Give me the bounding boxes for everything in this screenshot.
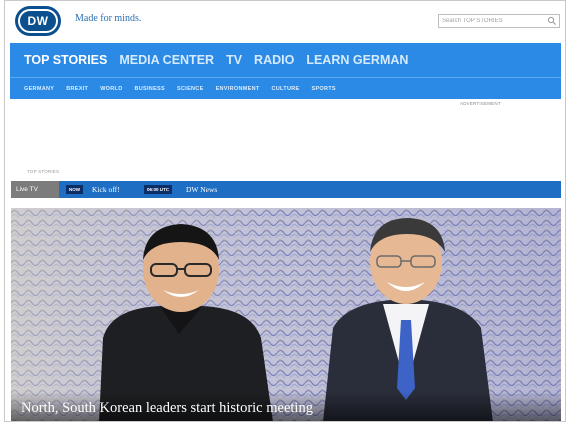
hero-headline[interactable]: North, South Korean leaders start histor… [21,400,313,417]
dw-logo-icon[interactable]: DW [15,6,61,36]
logo-text: DW [18,9,58,33]
now-playing-title[interactable]: Kick off! [92,181,120,198]
nav-media-center[interactable]: MEDIA CENTER [119,53,214,67]
now-badge: NOW [66,185,83,194]
section-label: TOP STORIES [27,169,60,174]
advertisement-label: ADVERTISEMENT [460,101,501,106]
hero-caption-overlay: North, South Korean leaders start histor… [11,392,561,421]
nav-tv[interactable]: TV [226,53,242,67]
nav-sub-row: GERMANY BREXIT WORLD BUSINESS SCIENCE EN… [10,78,561,99]
search-icon[interactable] [547,16,557,26]
live-tv-bar: Live TV NOW Kick off! 06:00 UTC DW News [11,181,561,198]
hero-image [11,208,561,421]
nav-sub-brexit[interactable]: BREXIT [66,86,88,92]
search-input[interactable] [439,15,547,27]
nav-sub-culture[interactable]: CULTURE [272,86,300,92]
search-box[interactable] [438,14,560,28]
nav-learn-german[interactable]: LEARN GERMAN [306,53,408,67]
site-header: DW Made for minds. [5,1,565,43]
nav-radio[interactable]: RADIO [254,53,294,67]
nav-top-stories[interactable]: TOP STORIES [24,53,107,67]
hero-story[interactable]: North, South Korean leaders start histor… [11,208,561,421]
site-tagline: Made for minds. [75,13,142,24]
nav-main-row: TOP STORIES MEDIA CENTER TV RADIO LEARN … [10,43,561,77]
browser-page: DW Made for minds. TOP STORIES MEDIA CEN… [4,0,566,422]
nav-sub-world[interactable]: WORLD [100,86,122,92]
main-navigation: TOP STORIES MEDIA CENTER TV RADIO LEARN … [10,43,561,99]
nav-sub-business[interactable]: BUSINESS [134,86,165,92]
nav-sub-science[interactable]: SCIENCE [177,86,204,92]
live-tv-button[interactable]: Live TV [11,181,59,198]
nav-sub-environment[interactable]: ENVIRONMENT [216,86,260,92]
schedule-title[interactable]: DW News [186,181,217,198]
nav-sub-germany[interactable]: GERMANY [24,86,54,92]
nav-sub-sports[interactable]: SPORTS [311,86,335,92]
schedule-time-badge: 06:00 UTC [144,185,173,194]
